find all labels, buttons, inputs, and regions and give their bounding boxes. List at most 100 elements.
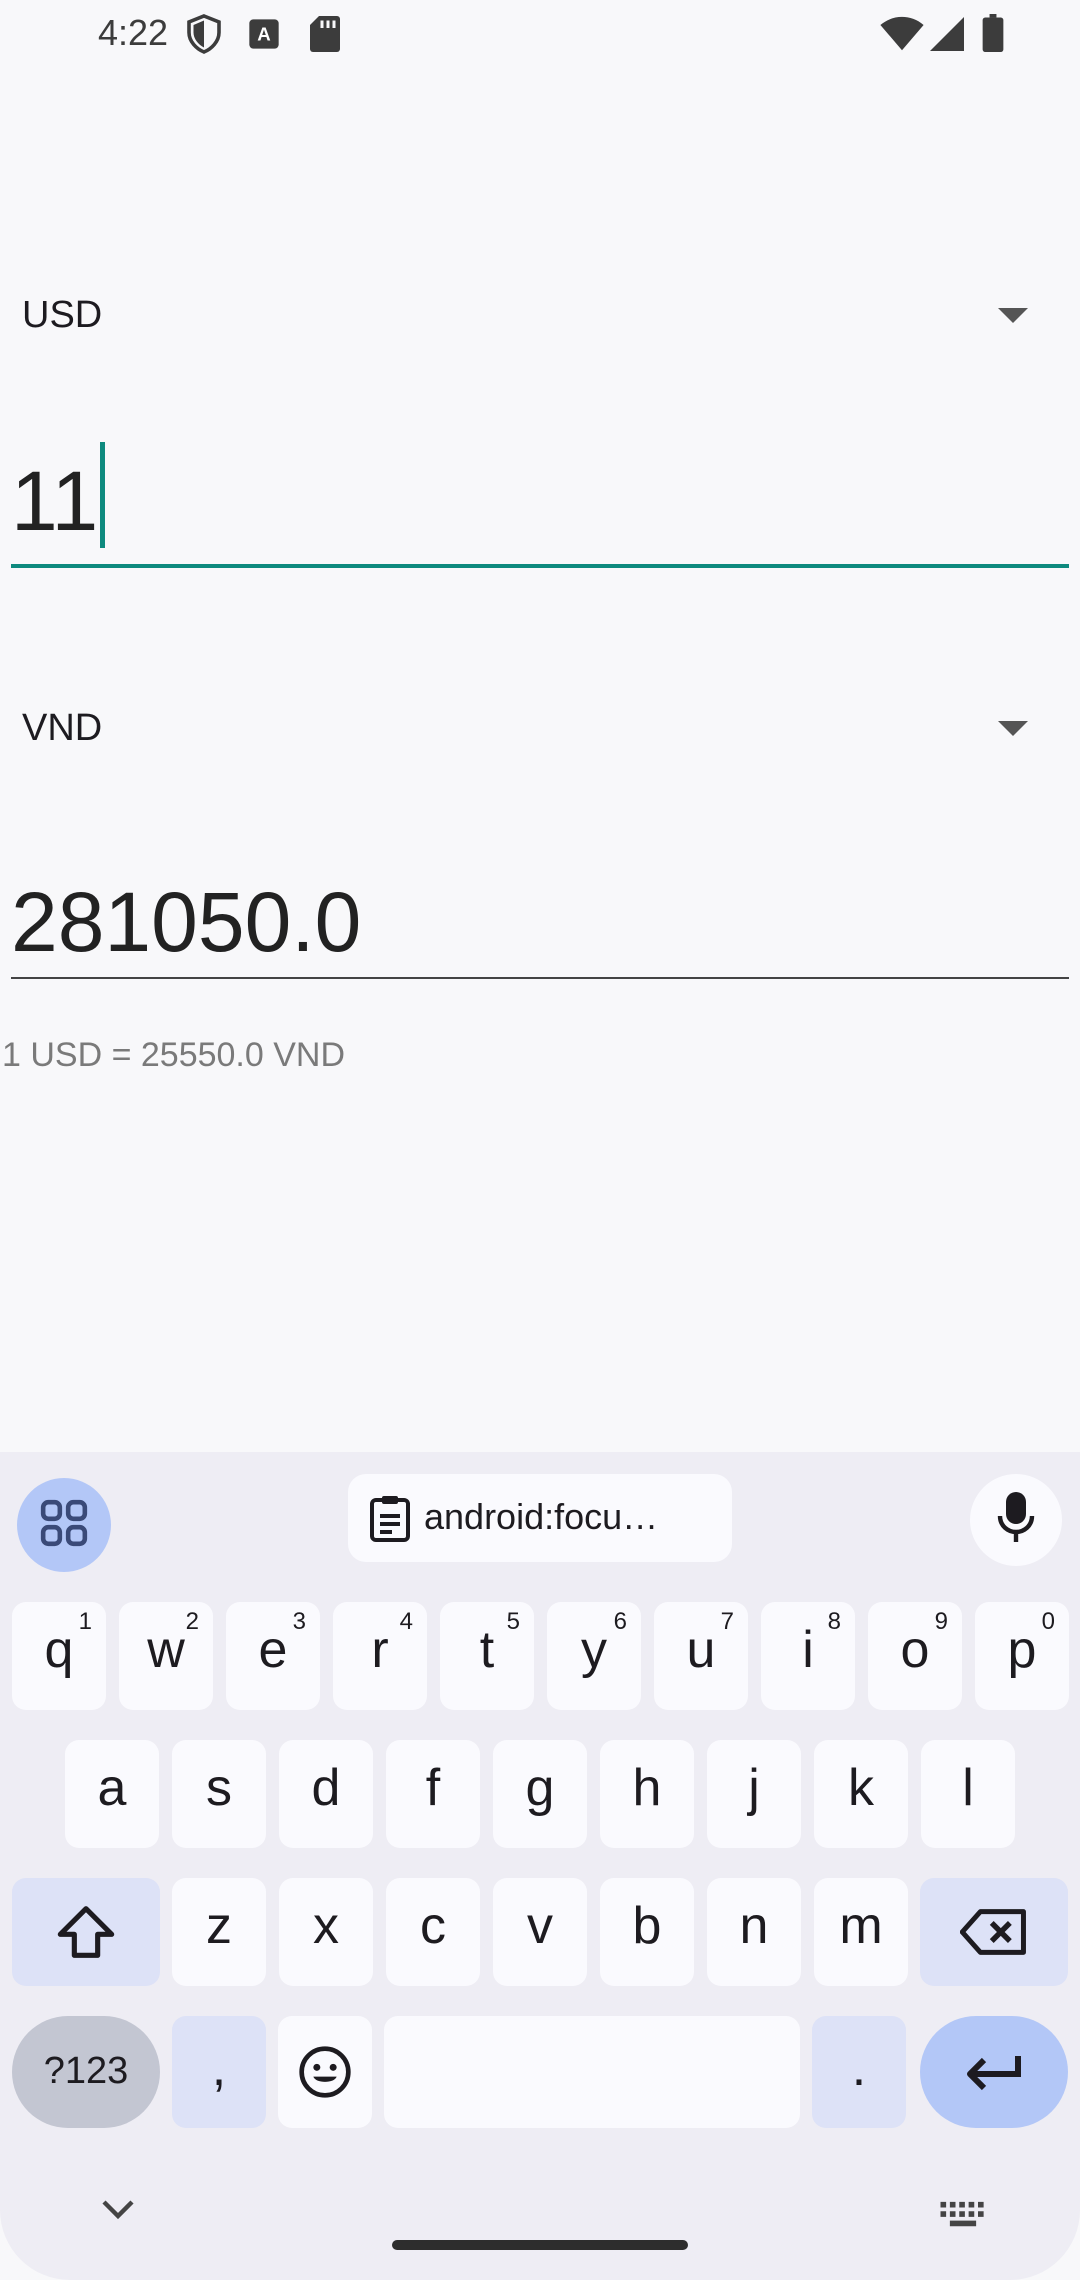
key-hint: 3 <box>292 1608 306 1635</box>
key-label: g <box>525 1759 555 1817</box>
from-currency-dropdown[interactable]: USD <box>0 260 1080 370</box>
key-hint: 8 <box>827 1608 841 1635</box>
clipboard-suggestion[interactable]: android:focu… <box>348 1474 732 1562</box>
sd-card-icon <box>310 16 340 57</box>
key-u[interactable]: u7 <box>654 1602 748 1710</box>
key-hint: 6 <box>613 1608 627 1635</box>
key-e[interactable]: e3 <box>226 1602 320 1710</box>
keyboard-apps-button[interactable] <box>17 1478 111 1572</box>
key-p[interactable]: p0 <box>975 1602 1069 1710</box>
signal-icon <box>930 16 964 57</box>
shift-icon <box>12 1878 160 1986</box>
shift-key[interactable] <box>12 1878 160 1986</box>
key-label: m <box>839 1897 883 1955</box>
space-key[interactable] <box>384 2016 800 2128</box>
shield-icon <box>186 14 222 59</box>
dropdown-arrow-icon <box>998 308 1028 323</box>
key-label: h <box>632 1759 662 1817</box>
voice-input-button[interactable] <box>970 1474 1062 1566</box>
battery-icon <box>982 14 1004 57</box>
key-m[interactable]: m <box>814 1878 908 1986</box>
chevron-down-icon <box>98 2200 138 2228</box>
to-currency-label: VND <box>22 707 103 749</box>
key-s[interactable]: s <box>172 1740 266 1848</box>
key-l[interactable]: l <box>921 1740 1015 1848</box>
key-label: j <box>748 1759 760 1817</box>
key-label: l <box>962 1759 974 1817</box>
keyboard-icon <box>938 2201 988 2234</box>
key-o[interactable]: o9 <box>868 1602 962 1710</box>
enter-key[interactable] <box>920 2016 1068 2128</box>
key-q[interactable]: q1 <box>12 1602 106 1710</box>
key-h[interactable]: h <box>600 1740 694 1848</box>
from-amount-input[interactable]: 11 <box>11 440 1069 570</box>
key-label: n <box>739 1897 769 1955</box>
clipboard-text: android:focu… <box>424 1496 659 1537</box>
to-amount-value: 281050.0 <box>11 875 362 969</box>
key-r[interactable]: r4 <box>333 1602 427 1710</box>
status-bar: 4:22 A <box>0 0 1080 70</box>
key-label: c <box>420 1897 446 1955</box>
key-label: x <box>313 1897 339 1955</box>
key-hint: 0 <box>1041 1608 1055 1635</box>
to-amount-field[interactable]: 281050.0 <box>11 866 1069 982</box>
key-hint: 9 <box>934 1608 948 1635</box>
key-f[interactable]: f <box>386 1740 480 1848</box>
key-v[interactable]: v <box>493 1878 587 1986</box>
exchange-rate-text: 1 USD = 25550.0 VND <box>2 1036 346 1074</box>
svg-text:A: A <box>257 24 270 45</box>
key-label: z <box>206 1897 232 1955</box>
key-b[interactable]: b <box>600 1878 694 1986</box>
key-x[interactable]: x <box>279 1878 373 1986</box>
key-a[interactable]: a <box>65 1740 159 1848</box>
from-currency-label: USD <box>22 294 103 336</box>
key-z[interactable]: z <box>172 1878 266 1986</box>
key-hint: 1 <box>78 1608 92 1635</box>
backspace-key[interactable] <box>920 1878 1068 1986</box>
backspace-icon <box>920 1878 1068 1986</box>
key-label: k <box>848 1759 874 1817</box>
key-w[interactable]: w2 <box>119 1602 213 1710</box>
font-a-icon: A <box>248 18 280 55</box>
dropdown-arrow-icon <box>998 721 1028 736</box>
text-cursor <box>100 442 106 548</box>
soft-keyboard: android:focu… q1w2e3r4t5y6u7i8o9p0 a s d f g… <box>0 1452 1080 2280</box>
from-amount-value: 11 <box>11 454 99 548</box>
key-label: d <box>311 1759 341 1817</box>
keyboard-switch-button[interactable] <box>938 2200 988 2235</box>
key-label: a <box>97 1759 127 1817</box>
from-amount-underline <box>11 564 1069 568</box>
keyboard-toolbar: android:focu… <box>0 1452 1080 1582</box>
to-currency-dropdown[interactable]: VND <box>0 673 1080 783</box>
key-label: v <box>527 1897 553 1955</box>
key-hint: 4 <box>399 1608 413 1635</box>
key-g[interactable]: g <box>493 1740 587 1848</box>
gesture-nav-handle[interactable] <box>392 2240 688 2250</box>
key-label: s <box>206 1759 232 1817</box>
key-j[interactable]: j <box>707 1740 801 1848</box>
key-i[interactable]: i8 <box>761 1602 855 1710</box>
key-hint: 2 <box>185 1608 199 1635</box>
wifi-icon <box>880 16 924 57</box>
key-hint: 5 <box>506 1608 520 1635</box>
key-hint: 7 <box>720 1608 734 1635</box>
microphone-icon <box>996 1491 1036 1549</box>
grid-icon <box>39 1498 89 1553</box>
key-n[interactable]: n <box>707 1878 801 1986</box>
key-label: b <box>632 1897 662 1955</box>
key-k[interactable]: k <box>814 1740 908 1848</box>
comma-key[interactable]: , <box>172 2016 266 2128</box>
status-time: 4:22 <box>98 12 169 53</box>
key-c[interactable]: c <box>386 1878 480 1986</box>
period-key[interactable]: . <box>812 2016 906 2128</box>
key-t[interactable]: t5 <box>440 1602 534 1710</box>
symbols-key[interactable]: ?123 <box>12 2016 160 2128</box>
key-d[interactable]: d <box>279 1740 373 1848</box>
to-amount-underline <box>11 977 1069 979</box>
enter-arrow-icon <box>920 2016 1068 2128</box>
key-y[interactable]: y6 <box>547 1602 641 1710</box>
emoji-icon <box>278 2016 372 2128</box>
emoji-key[interactable] <box>278 2016 372 2128</box>
hide-keyboard-button[interactable] <box>98 2196 138 2229</box>
key-label: f <box>425 1759 441 1817</box>
